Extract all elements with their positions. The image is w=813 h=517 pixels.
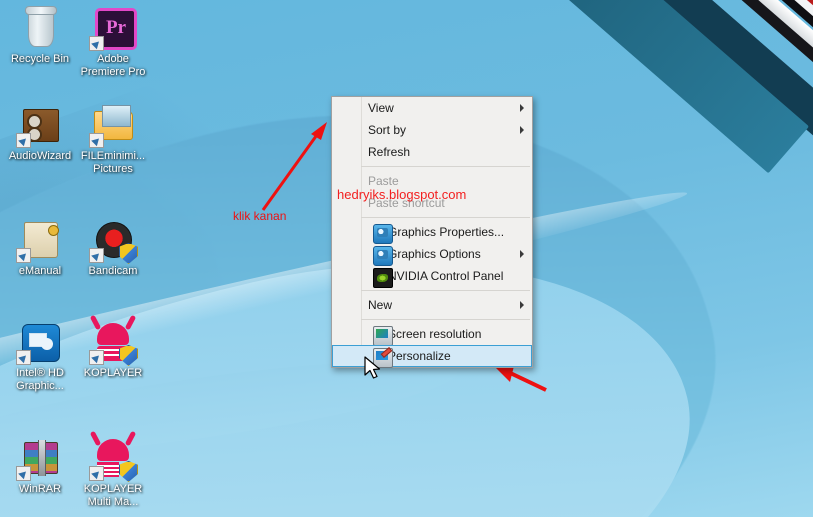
- desktop-icon-label: AudioWizard: [8, 150, 72, 162]
- watermark-text: hedryiks.blogspot.com: [337, 187, 467, 202]
- submenu-arrow-icon: [520, 104, 524, 112]
- context-menu-item-label: View: [368, 101, 394, 115]
- desktop-icon[interactable]: Recycle Bin: [3, 6, 77, 66]
- annotation-arrow-up-right: [261, 122, 327, 211]
- desktop-icon[interactable]: eManual: [3, 218, 77, 278]
- audiowizard-icon: [16, 103, 62, 148]
- desktop-icon[interactable]: KOPLAYER: [76, 320, 150, 380]
- desktop-icon[interactable]: Bandicam: [76, 218, 150, 278]
- context-menu-separator: [361, 319, 530, 320]
- desktop-icon-label: KOPLAYER: [83, 367, 143, 379]
- desktop-icon-label: Recycle Bin: [10, 53, 70, 65]
- submenu-arrow-icon: [520, 301, 524, 309]
- uac-shield-icon: [119, 243, 138, 264]
- desktop-icon-label: Intel® HD Graphic...: [16, 367, 64, 392]
- nvidia-icon: [373, 268, 393, 288]
- context-menu-separator: [361, 166, 530, 167]
- context-menu-item[interactable]: View: [332, 97, 532, 119]
- context-menu-item[interactable]: Screen resolution: [332, 323, 532, 346]
- desktop-icon[interactable]: KOPLAYER Multi Ma...: [76, 436, 150, 509]
- context-menu-item[interactable]: Graphics Properties...: [332, 221, 532, 244]
- uac-shield-icon: [119, 345, 138, 366]
- context-menu-separator: [361, 290, 530, 291]
- submenu-arrow-icon: [520, 126, 524, 134]
- desktop-icon-label: Adobe Premiere Pro: [80, 53, 146, 78]
- desktop-icon[interactable]: Pr Adobe Premiere Pro: [76, 6, 150, 79]
- premiere-icon: Pr: [89, 6, 137, 51]
- desktop-icon-label: WinRAR: [18, 483, 62, 495]
- context-menu-item-label: Personalize: [388, 349, 451, 363]
- graphics-icon: [373, 224, 393, 244]
- context-menu-separator: [361, 217, 530, 218]
- context-menu-item[interactable]: Refresh: [332, 141, 532, 163]
- context-menu-item-label: Graphics Properties...: [388, 225, 505, 239]
- graphics-icon: [373, 246, 393, 266]
- shortcut-arrow-icon: [89, 36, 104, 51]
- desktop-icon[interactable]: WinRAR: [3, 436, 77, 496]
- desktop-icon[interactable]: Intel® HD Graphic...: [3, 320, 77, 393]
- uac-shield-icon: [119, 461, 138, 482]
- desktop-context-menu[interactable]: View Sort by Refresh Paste Paste shortcut Gra…: [331, 96, 533, 368]
- submenu-arrow-icon: [520, 250, 524, 258]
- emanual-icon: [16, 218, 62, 263]
- context-menu-items: View Sort by Refresh Paste Paste shortcut Gra…: [332, 97, 532, 368]
- shortcut-arrow-icon: [16, 350, 31, 365]
- fileminimizer-icon: [89, 103, 135, 148]
- context-menu-item-label: New: [368, 298, 393, 312]
- shortcut-arrow-icon: [16, 248, 31, 263]
- context-menu-item-label: Sort by: [368, 123, 407, 137]
- context-menu-item[interactable]: Sort by: [332, 119, 532, 141]
- shortcut-arrow-icon: [89, 350, 104, 365]
- koplayer-multi-icon: [89, 436, 138, 482]
- context-menu-item-label: Refresh: [368, 145, 411, 159]
- desktop-icon-label: FILEminimi... Pictures: [80, 150, 146, 175]
- bandicam-icon: [89, 218, 138, 264]
- desktop-icon-label: eManual: [18, 265, 62, 277]
- shortcut-arrow-icon: [89, 466, 104, 481]
- screen-icon: [373, 326, 393, 346]
- recycle-bin-icon: [18, 6, 62, 50]
- context-menu-item-label: Graphics Options: [388, 247, 481, 261]
- context-menu-item-label: Screen resolution: [388, 327, 482, 341]
- shortcut-arrow-icon: [16, 133, 31, 148]
- desktop-icon[interactable]: AudioWizard: [3, 103, 77, 163]
- context-menu-item[interactable]: Personalize: [332, 345, 532, 368]
- context-menu-item[interactable]: New: [332, 294, 532, 316]
- shortcut-arrow-icon: [89, 248, 104, 263]
- shortcut-arrow-icon: [16, 466, 31, 481]
- desktop-icon[interactable]: FILEminimi... Pictures: [76, 103, 150, 176]
- koplayer-icon: [89, 320, 138, 366]
- shortcut-arrow-icon: [89, 133, 104, 148]
- winrar-icon: [16, 436, 62, 481]
- context-menu-item-label: NVIDIA Control Panel: [388, 269, 504, 283]
- desktop-icon-label: KOPLAYER Multi Ma...: [83, 483, 143, 508]
- context-menu-item[interactable]: NVIDIA Control Panel: [332, 265, 532, 288]
- desktop[interactable]: Recycle Bin Pr Adobe Premiere Pro AudioWiza…: [0, 0, 813, 517]
- intel-icon: [16, 320, 62, 365]
- context-menu-item[interactable]: Graphics Options: [332, 243, 532, 266]
- mouse-cursor: [364, 356, 381, 379]
- desktop-icon-label: Bandicam: [88, 265, 138, 277]
